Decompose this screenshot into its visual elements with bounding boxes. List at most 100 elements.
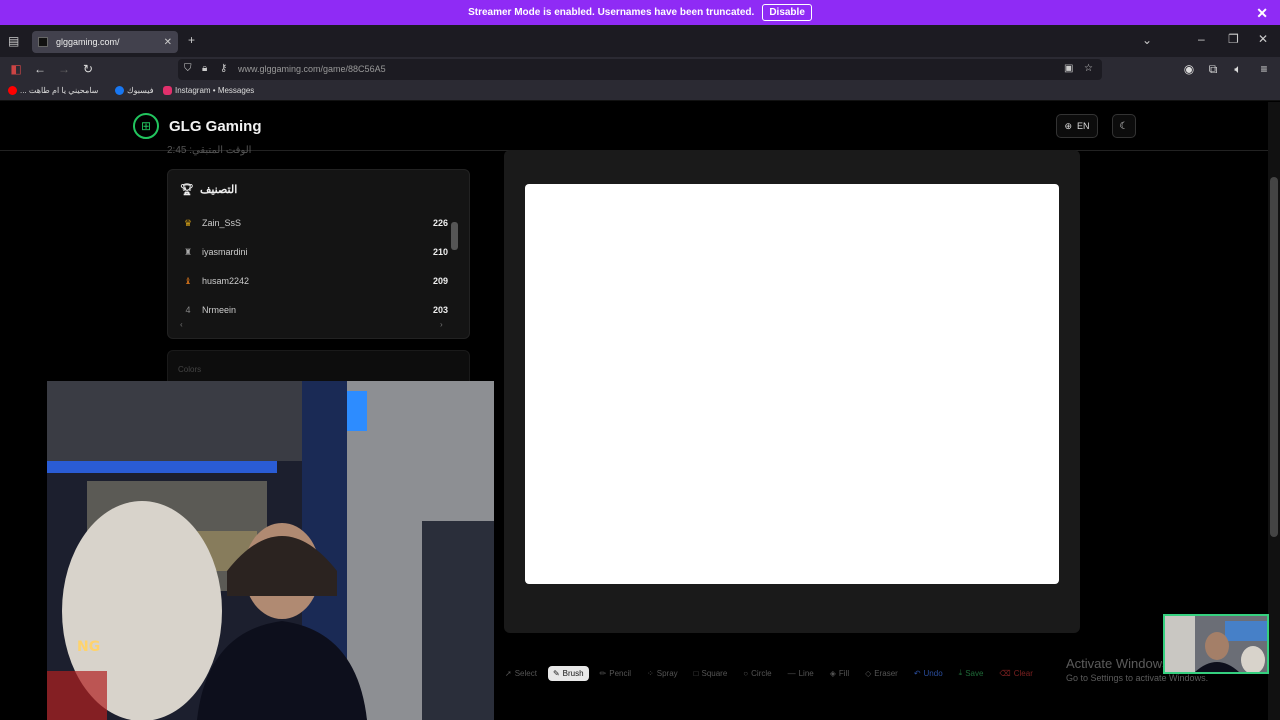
reader-view-icon[interactable]: ▣ [1064,63,1073,74]
instagram-icon [163,86,172,95]
new-tab-icon[interactable]: + [188,33,195,47]
tool-label: Select [514,668,537,678]
colors-label: Colors [178,365,202,374]
bookmark-youtube[interactable]: ... سامحيني يا ام طاهت [8,86,98,95]
tool-select[interactable]: ➚ Select [500,666,542,681]
page-content: ⊞ GLG Gaming ⊕ EN ☾ الوقت المتبقي: 2:45 … [0,102,1280,720]
scroll-left-icon[interactable]: ‹ [180,320,183,329]
youtube-icon [8,86,17,95]
navigation-bar: ◧ ← → ↻ ⛉ 🔒︎ ⚷ www.glggaming.com/game/88… [0,57,1280,82]
tool-circle[interactable]: ○ Circle [738,666,776,681]
cursor-icon: ➚ [505,668,512,678]
tab-list-icon[interactable]: ▤ [8,34,19,48]
webcam-overlay: NG [47,381,494,720]
close-banner-icon[interactable]: ✕ [1256,5,1268,22]
brush-icon: ✎ [552,668,560,678]
streamer-mode-banner: Streamer Mode is enabled. Usernames have… [0,0,1280,25]
globe-icon: ⊕ [1064,120,1073,131]
scroll-right-icon[interactable]: › [440,320,443,329]
theme-toggle-button[interactable]: ☾ [1112,114,1136,138]
ranking-row[interactable]: 4 Nrmeein 203 [178,298,448,322]
bookmark-facebook[interactable]: فيسبوك [115,86,154,95]
fill-icon: ◈ [829,668,836,678]
lock-icon[interactable]: 🔒︎ [202,63,207,74]
player-score: 203 [432,305,448,315]
disable-streamer-mode-button[interactable]: Disable [762,4,812,21]
square-icon: □ [693,668,699,678]
shield-icon[interactable]: ⛉ [184,63,192,74]
url-bar[interactable]: ⛉ 🔒︎ ⚷ www.glggaming.com/game/88C56A5 ▣ … [178,59,1102,80]
circle-icon: ○ [743,668,749,678]
line-icon: — [787,668,796,678]
tab-overflow-chevron-icon[interactable]: ⌄ [1142,33,1152,47]
mini-camera-scene [1165,616,1267,672]
bookmarks-bar: ... سامحيني يا ام طاهت فيسبوك Instagram … [0,82,1280,101]
close-window-icon[interactable]: ✕ [1258,32,1268,46]
menu-icon[interactable]: ≡ [1256,62,1272,76]
clear-button[interactable]: ⌫ Clear [994,666,1037,681]
pencil-icon: ✏︎ [599,668,607,678]
moon-icon: ☾ [1119,120,1129,132]
player-name: iyasmardini [202,247,248,257]
reload-icon[interactable]: ↻ [80,62,96,76]
tool-spray[interactable]: ⁘ Spray [642,666,683,681]
ranking-row[interactable]: ♜ iyasmardini 210 [178,240,448,264]
permissions-icon[interactable]: ⚷ [220,63,227,74]
brand[interactable]: ⊞ GLG Gaming [133,113,262,139]
bookmark-label: فيسبوك [127,86,154,95]
extensions-icon[interactable]: ⧉ [1205,62,1221,77]
tool-square[interactable]: □ Square [689,666,733,681]
tool-pencil[interactable]: ✏︎ Pencil [595,666,637,681]
ranking-row[interactable]: ♛ Zain_SsS 226 [178,211,448,235]
forward-arrow-icon[interactable]: → [56,62,72,76]
tool-label: Square [701,668,728,678]
tool-label: Fill [838,668,850,678]
ranking-header: 🏆︎ التصنيف [180,183,237,196]
tool-eraser[interactable]: ◇ Eraser [860,666,903,681]
webcam-scene: NG [47,381,494,720]
minimize-window-icon[interactable]: – [1198,32,1205,46]
page-scrollbar[interactable] [1268,102,1280,720]
tool-label: Brush [562,668,584,678]
tool-label: Pencil [609,668,632,678]
clear-label: Clear [1013,668,1033,678]
url-text[interactable]: www.glggaming.com/game/88C56A5 [238,64,386,74]
download-icon: ⤓ [958,668,963,677]
watermark-subtitle: Go to Settings to activate Windows. [1066,673,1209,683]
bookmark-label: ... سامحيني يا ام طاهت [20,86,99,95]
player-name: Nrmeein [202,305,237,315]
facebook-icon [115,86,124,95]
trophy-icon: 🏆︎ [180,184,194,196]
gamepad-logo-icon: ⊞ [133,113,159,139]
brand-name: GLG Gaming [169,117,262,135]
tab-active[interactable]: glggaming.com/ ✕ [32,31,178,53]
faded-heading: الوقت المتبقي: 2:45 [167,145,252,156]
language-label: EN [1077,121,1090,131]
page-scroll-thumb[interactable] [1270,177,1278,537]
tool-line[interactable]: — Line [783,666,819,681]
bookmark-instagram[interactable]: Instagram • Messages [163,86,254,95]
player-score: 209 [432,276,448,286]
sidebar-toggle-icon[interactable]: ◧ [8,62,24,76]
drawing-canvas[interactable] [525,184,1059,584]
ranking-row[interactable]: ♝ husam2242 209 [178,269,448,293]
save-button[interactable]: ⤓ Save [954,665,989,681]
player-score: 210 [432,247,448,257]
mini-camera-overlay [1163,614,1269,674]
tool-fill[interactable]: ◈ Fill [825,666,854,681]
trash-icon: ⌫ [999,668,1011,678]
tool-brush[interactable]: ✎ Brush [547,665,589,681]
ranking-scrollbar[interactable] [451,210,458,320]
speaker-icon[interactable]: 🔈︎ [1230,62,1246,77]
account-icon[interactable]: ◉ [1181,62,1197,76]
bookmark-star-icon[interactable]: ☆ [1084,63,1093,74]
undo-icon: ↶ [913,668,921,678]
back-arrow-icon[interactable]: ← [32,62,48,76]
undo-label: Undo [923,668,943,678]
restore-window-icon[interactable]: ❐ [1228,32,1239,46]
close-tab-icon[interactable]: ✕ [164,37,172,48]
ranking-scroll-thumb[interactable] [451,222,458,250]
tab-title: glggaming.com/ [56,37,120,47]
language-button[interactable]: ⊕ EN [1056,114,1098,138]
undo-button[interactable]: ↶ Undo [909,666,948,681]
